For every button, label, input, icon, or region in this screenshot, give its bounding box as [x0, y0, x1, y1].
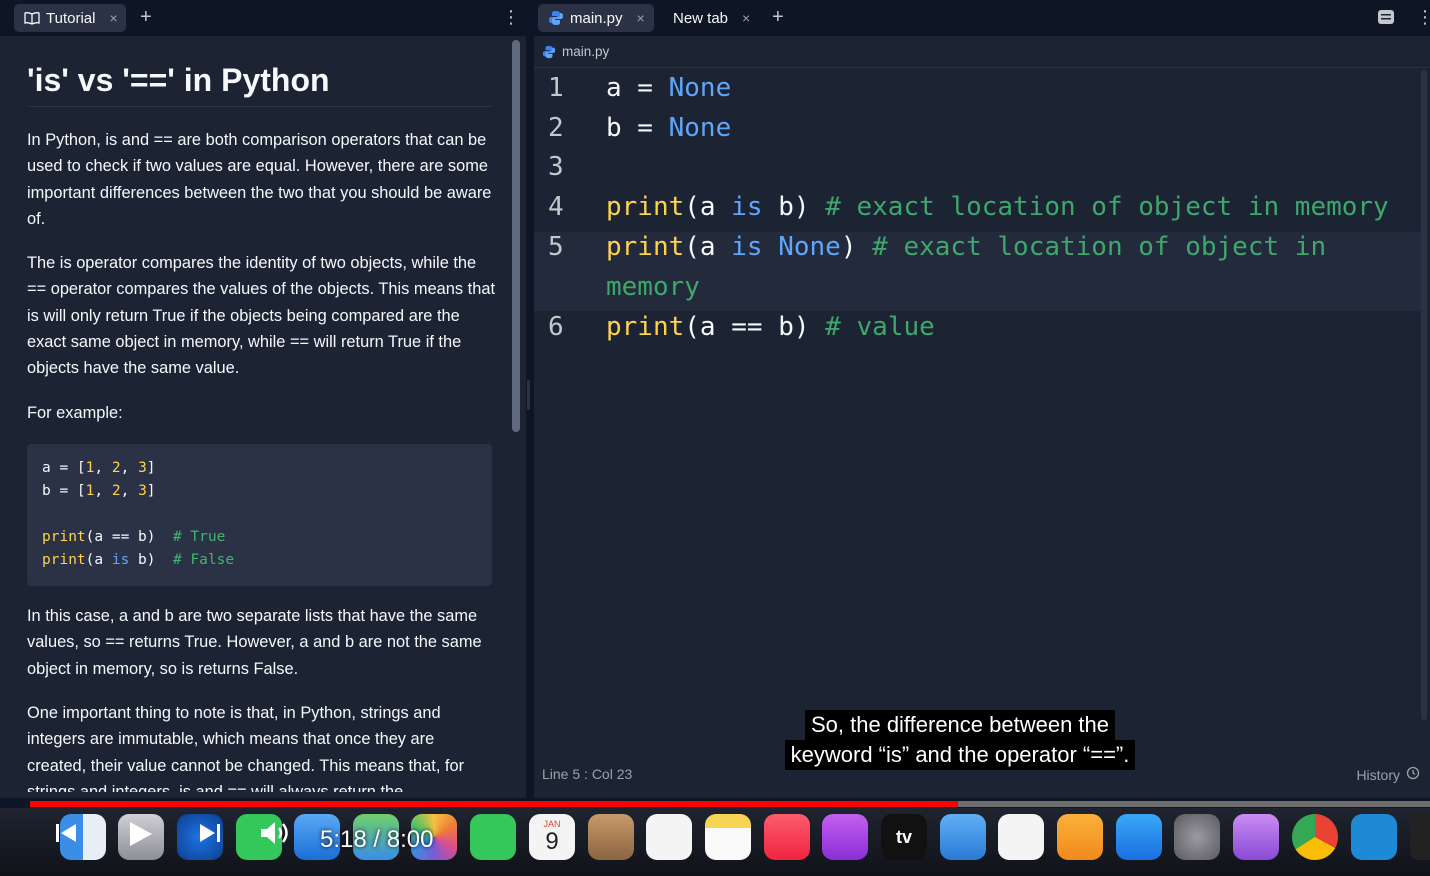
numbers-icon[interactable] [998, 814, 1044, 860]
code-text-wrap: memory [606, 272, 700, 302]
apple-tv-label: tv [895, 826, 912, 847]
tutorial-paragraph-1: In Python, is and == are both comparison… [27, 131, 492, 228]
video-progress-bar[interactable] [30, 801, 1430, 807]
tutorial-paragraph-2: The is operator compares the identity of… [27, 254, 496, 378]
code-text: a = None [606, 73, 732, 103]
history-label: History [1356, 766, 1400, 783]
skip-back-icon[interactable] [52, 818, 82, 857]
app-window: Tutorial × + ⋮ 'is' vs '==' in Python In… [0, 0, 1430, 876]
tab-main-py-label: main.py [570, 9, 623, 27]
code-editor[interactable]: 1 a = None 2 b = None 3 4 print(a is b) … [534, 70, 1422, 760]
breadcrumb: main.py [534, 36, 1430, 68]
app-store-icon[interactable] [1116, 814, 1162, 860]
layout-toggle-icon[interactable] [1377, 9, 1395, 30]
tab-main-py[interactable]: main.py × [538, 4, 654, 32]
python-icon [542, 45, 556, 59]
reminders-icon[interactable] [646, 814, 692, 860]
calendar-icon[interactable]: JAN 9 [529, 814, 575, 860]
play-icon[interactable] [124, 818, 156, 859]
line-number: 3 [548, 152, 564, 182]
history-button[interactable]: History [1356, 766, 1420, 783]
code-line: print(a == b) # True [42, 529, 226, 545]
skip-forward-icon[interactable] [194, 818, 224, 857]
editor-line[interactable]: 2 b = None [534, 113, 1422, 153]
tutorial-scrollbar[interactable] [512, 40, 520, 432]
apple-tv-icon[interactable]: tv [881, 814, 927, 860]
notes-icon[interactable] [705, 814, 751, 860]
line-number: 2 [548, 113, 564, 143]
facetime-icon[interactable] [470, 814, 516, 860]
vscode-icon[interactable] [1351, 814, 1397, 860]
editor-line[interactable]: 4 print(a is b) # exact location of obje… [534, 192, 1422, 232]
cursor-position: Line 5 : Col 23 [542, 766, 633, 782]
editor-scrollbar[interactable] [1421, 70, 1427, 720]
volume-icon[interactable] [258, 818, 292, 857]
tutorial-paragraph-5: One important thing to note is that, in … [27, 704, 465, 792]
tab-tutorial-label: Tutorial [46, 9, 96, 27]
history-icon [1406, 766, 1420, 783]
close-icon[interactable]: × [742, 10, 750, 26]
tutorial-pane: Tutorial × + ⋮ 'is' vs '==' in Python In… [0, 0, 526, 798]
podcasts-icon[interactable] [822, 814, 868, 860]
code-text: print(a is None) # exact location of obj… [606, 232, 1327, 262]
tutorial-content: 'is' vs '==' in Python In Python, is and… [10, 38, 508, 792]
python-icon [548, 10, 564, 26]
breadcrumb-file[interactable]: main.py [562, 44, 609, 59]
add-tab-icon[interactable]: + [772, 6, 784, 28]
feedback-assistant-icon[interactable] [1233, 814, 1279, 860]
more-options-icon[interactable]: ⋮ [1416, 7, 1430, 27]
tutorial-paragraph-3: For example: [27, 404, 123, 422]
page-title: 'is' vs '==' in Python [27, 62, 330, 98]
contacts-icon[interactable] [588, 814, 634, 860]
more-options-icon[interactable]: ⋮ [502, 7, 520, 27]
code-text: b = None [606, 113, 732, 143]
code-text: print(a is b) # exact location of object… [606, 192, 1389, 222]
code-line: a = [1, 2, 3] [42, 460, 156, 476]
editor-line[interactable]: 3 [534, 152, 1422, 192]
tab-new-tab-label: New tab [673, 9, 729, 27]
editor-line-active[interactable]: 5 print(a is None) # exact location of o… [534, 232, 1422, 311]
line-number: 1 [548, 73, 564, 103]
tab-tutorial[interactable]: Tutorial × [14, 4, 126, 32]
keynote-icon[interactable] [940, 814, 986, 860]
editor-line[interactable]: 1 a = None [534, 73, 1422, 113]
chrome-icon[interactable] [1292, 814, 1338, 860]
editor-line[interactable]: 6 print(a == b) # value [534, 312, 1422, 352]
title-divider [27, 106, 492, 107]
pane-resize-handle[interactable] [527, 380, 530, 410]
tab-new-tab[interactable]: New tab × [664, 4, 760, 32]
music-icon[interactable] [764, 814, 810, 860]
code-line: print(a is b) # False [42, 552, 235, 568]
editor-tab-bar: main.py × New tab × + ⋮ [534, 0, 1430, 36]
status-bar: Line 5 : Col 23 History [534, 760, 1430, 790]
code-example-block: a = [1, 2, 3] b = [1, 2, 3] print(a == b)… [27, 444, 492, 586]
video-progress-fill [30, 801, 958, 807]
video-time: 5:18 / 8:00 [320, 826, 434, 853]
book-icon [24, 11, 40, 25]
tutorial-paragraph-4: In this case, a and b are two separate l… [27, 607, 482, 678]
add-tab-icon[interactable]: + [140, 6, 152, 28]
system-settings-icon[interactable] [1174, 814, 1220, 860]
code-text: print(a == b) # value [606, 312, 935, 342]
line-number: 4 [548, 192, 564, 222]
line-number: 6 [548, 312, 564, 342]
close-icon[interactable]: × [109, 10, 117, 26]
terminal-icon[interactable] [1410, 814, 1430, 860]
editor-pane: main.py × New tab × + ⋮ main.py 1 a = No… [534, 0, 1430, 798]
left-tab-bar: Tutorial × + ⋮ [0, 0, 526, 36]
pages-icon[interactable] [1057, 814, 1103, 860]
calendar-day: 9 [545, 828, 559, 855]
close-icon[interactable]: × [637, 10, 645, 26]
code-line: b = [1, 2, 3] [42, 483, 156, 499]
line-number: 5 [548, 232, 564, 262]
